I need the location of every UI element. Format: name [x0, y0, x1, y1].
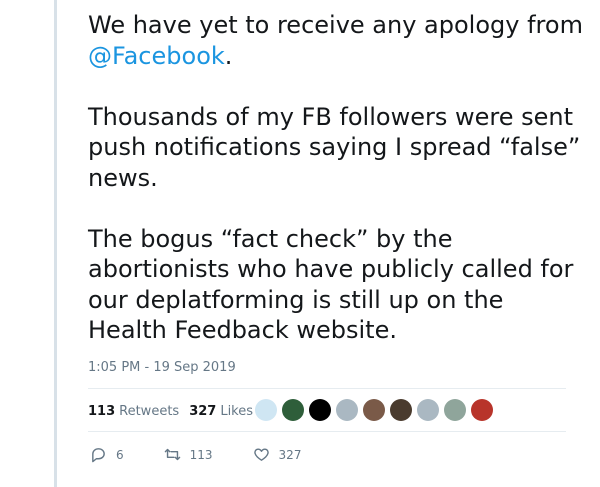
tweet-paragraph-3: The bogus “fact check” by the abortionis…: [88, 224, 574, 345]
tweet-paragraph-2: Thousands of my FB followers were sent p…: [88, 102, 581, 192]
reply-count: 6: [116, 447, 124, 462]
tweet-text-line: We have yet to receive any apology from: [88, 11, 583, 39]
heart-icon: [253, 448, 269, 461]
tweet-actions: 6 113 327: [90, 446, 301, 463]
retweets-stat[interactable]: 113 Retweets: [88, 404, 179, 419]
avatar-4[interactable]: [336, 399, 358, 421]
retweet-count: 113: [189, 447, 213, 462]
avatar-9[interactable]: [471, 399, 493, 421]
tweet-timestamp[interactable]: 1:05 PM - 19 Sep 2019: [88, 360, 236, 375]
mention-link[interactable]: @Facebook: [88, 42, 225, 70]
thread-line: [54, 0, 57, 487]
divider-top: [88, 388, 566, 389]
liker-avatars: [255, 399, 498, 421]
likes-stat[interactable]: 327 Likes: [189, 404, 253, 419]
likes-label: Likes: [220, 403, 254, 419]
reply-action[interactable]: 6: [90, 446, 124, 463]
retweets-label: Retweets: [119, 403, 180, 419]
tweet-body: We have yet to receive any apology from …: [88, 10, 588, 376]
retweets-count: 113: [88, 403, 116, 419]
likes-count: 327: [189, 403, 217, 419]
avatar-5[interactable]: [363, 399, 385, 421]
retweet-action[interactable]: 113: [164, 446, 213, 463]
tweet-paragraph-1: We have yet to receive any apology from …: [88, 10, 588, 71]
reply-icon: [92, 448, 105, 463]
avatar-1[interactable]: [255, 399, 277, 421]
like-action[interactable]: 327: [253, 446, 302, 463]
like-count: 327: [278, 447, 302, 462]
avatar-8[interactable]: [444, 399, 466, 421]
tweet-stats: 113 Retweets 327 Likes: [88, 401, 263, 421]
avatar-7[interactable]: [417, 399, 439, 421]
tweet-text-period: .: [224, 41, 233, 70]
divider-bottom: [88, 431, 566, 432]
avatar-6[interactable]: [390, 399, 412, 421]
avatar-3[interactable]: [309, 399, 331, 421]
retweet-icon: [164, 448, 180, 461]
avatar-2[interactable]: [282, 399, 304, 421]
